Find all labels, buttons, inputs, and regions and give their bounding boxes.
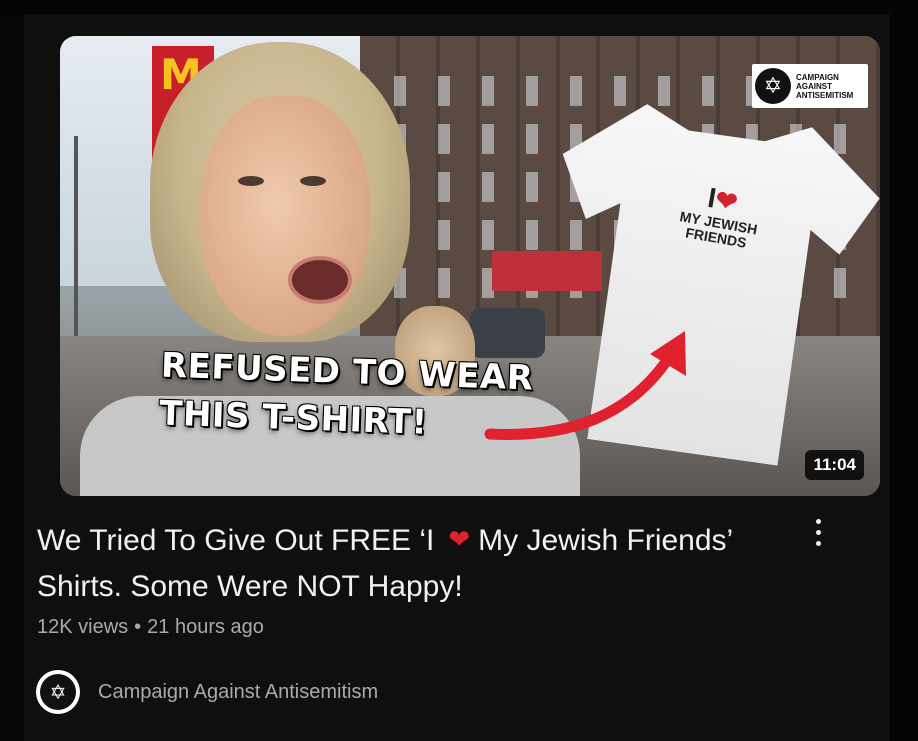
- video-metadata: 12K views • 21 hours ago: [37, 616, 264, 639]
- top-strip: [0, 0, 918, 14]
- thumbnail-mouth: [288, 256, 352, 304]
- thumbnail-eye-left: [238, 176, 264, 186]
- logo-line3: ANTISEMITISM: [796, 90, 854, 100]
- logo-line1: CAMPAIGN: [796, 72, 839, 82]
- thumbnail-woman-face: [200, 96, 370, 336]
- thumbnail-eye-right: [300, 176, 326, 186]
- thumbnail-awning: [492, 251, 602, 291]
- title-part1: We Tried To Give Out FREE ‘I: [37, 524, 435, 557]
- three-dots-vertical-icon: [815, 529, 821, 535]
- tshirt-heart-icon: ❤: [713, 184, 740, 218]
- three-dots-vertical-icon: [815, 518, 821, 524]
- video-thumbnail[interactable]: M I❤ MY JEWISH FRIENDS REFUSED TO WEAR T…: [60, 36, 880, 496]
- logo-line2: AGAINST: [796, 81, 832, 91]
- right-strip: [890, 14, 918, 741]
- star-of-david-icon: ✡: [40, 674, 76, 710]
- duration-badge: 11:04: [805, 450, 864, 480]
- video-title[interactable]: We Tried To Give Out FREE ‘I ❤ My Jewish F…: [37, 518, 737, 610]
- channel-link[interactable]: ✡ Campaign Against Antisemitism: [36, 668, 378, 716]
- star-of-david-icon: ✡: [755, 68, 791, 104]
- caa-logo-text: CAMPAIGN AGAINST ANTISEMITISM: [796, 73, 853, 100]
- three-dots-vertical-icon: [815, 540, 821, 546]
- channel-name[interactable]: Campaign Against Antisemitism: [98, 681, 378, 704]
- thumbnail-overlay-text: REFUSED TO WEAR THIS T-SHIRT!: [158, 342, 535, 451]
- upload-age: 21 hours ago: [147, 616, 264, 638]
- heart-icon: ❤: [448, 524, 471, 554]
- channel-avatar[interactable]: ✡: [36, 670, 80, 714]
- view-count: 12K views: [37, 616, 129, 638]
- more-actions-button[interactable]: [800, 510, 836, 554]
- caa-logo: ✡ CAMPAIGN AGAINST ANTISEMITISM: [752, 64, 868, 108]
- meta-separator: •: [134, 616, 142, 638]
- thumbnail-lamp: [74, 136, 78, 336]
